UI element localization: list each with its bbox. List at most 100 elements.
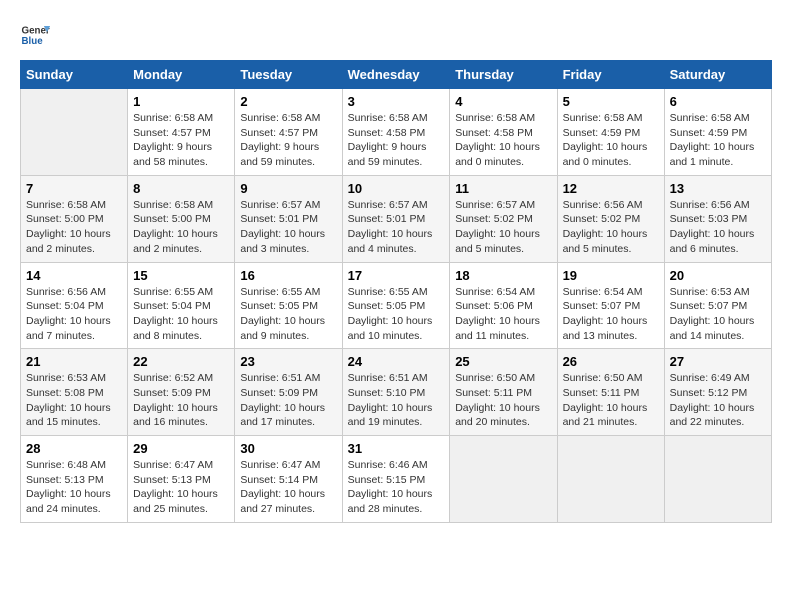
day-info: Sunrise: 6:57 AMSunset: 5:02 PMDaylight:… [455, 198, 551, 257]
calendar-cell: 18 Sunrise: 6:54 AMSunset: 5:06 PMDayligh… [450, 262, 557, 349]
logo: General Blue [20, 20, 54, 50]
day-number: 9 [240, 181, 336, 196]
calendar-cell: 15 Sunrise: 6:55 AMSunset: 5:04 PMDayligh… [128, 262, 235, 349]
day-number: 21 [26, 354, 122, 369]
day-info: Sunrise: 6:50 AMSunset: 5:11 PMDaylight:… [455, 371, 551, 430]
day-number: 14 [26, 268, 122, 283]
day-info: Sunrise: 6:58 AMSunset: 4:57 PMDaylight:… [133, 111, 229, 170]
calendar-cell [21, 89, 128, 176]
calendar-cell: 24 Sunrise: 6:51 AMSunset: 5:10 PMDayligh… [342, 349, 450, 436]
day-info: Sunrise: 6:51 AMSunset: 5:10 PMDaylight:… [348, 371, 445, 430]
day-number: 30 [240, 441, 336, 456]
calendar-cell: 10 Sunrise: 6:57 AMSunset: 5:01 PMDayligh… [342, 175, 450, 262]
day-info: Sunrise: 6:49 AMSunset: 5:12 PMDaylight:… [670, 371, 766, 430]
calendar-cell: 22 Sunrise: 6:52 AMSunset: 5:09 PMDayligh… [128, 349, 235, 436]
calendar-cell: 23 Sunrise: 6:51 AMSunset: 5:09 PMDayligh… [235, 349, 342, 436]
day-number: 25 [455, 354, 551, 369]
calendar-cell: 21 Sunrise: 6:53 AMSunset: 5:08 PMDayligh… [21, 349, 128, 436]
day-number: 29 [133, 441, 229, 456]
day-info: Sunrise: 6:50 AMSunset: 5:11 PMDaylight:… [563, 371, 659, 430]
day-info: Sunrise: 6:48 AMSunset: 5:13 PMDaylight:… [26, 458, 122, 517]
day-info: Sunrise: 6:58 AMSunset: 5:00 PMDaylight:… [133, 198, 229, 257]
calendar-cell: 25 Sunrise: 6:50 AMSunset: 5:11 PMDayligh… [450, 349, 557, 436]
day-number: 4 [455, 94, 551, 109]
day-number: 2 [240, 94, 336, 109]
header-thursday: Thursday [450, 61, 557, 89]
calendar-cell: 14 Sunrise: 6:56 AMSunset: 5:04 PMDayligh… [21, 262, 128, 349]
svg-text:Blue: Blue [22, 36, 44, 47]
header-sunday: Sunday [21, 61, 128, 89]
day-number: 27 [670, 354, 766, 369]
day-number: 12 [563, 181, 659, 196]
day-info: Sunrise: 6:55 AMSunset: 5:04 PMDaylight:… [133, 285, 229, 344]
day-info: Sunrise: 6:47 AMSunset: 5:14 PMDaylight:… [240, 458, 336, 517]
day-number: 26 [563, 354, 659, 369]
calendar-cell: 27 Sunrise: 6:49 AMSunset: 5:12 PMDayligh… [664, 349, 771, 436]
day-number: 20 [670, 268, 766, 283]
calendar-cell: 8 Sunrise: 6:58 AMSunset: 5:00 PMDaylight… [128, 175, 235, 262]
day-info: Sunrise: 6:56 AMSunset: 5:04 PMDaylight:… [26, 285, 122, 344]
calendar-cell: 12 Sunrise: 6:56 AMSunset: 5:02 PMDayligh… [557, 175, 664, 262]
day-info: Sunrise: 6:51 AMSunset: 5:09 PMDaylight:… [240, 371, 336, 430]
day-info: Sunrise: 6:52 AMSunset: 5:09 PMDaylight:… [133, 371, 229, 430]
calendar-cell: 28 Sunrise: 6:48 AMSunset: 5:13 PMDayligh… [21, 436, 128, 523]
day-number: 3 [348, 94, 445, 109]
day-number: 22 [133, 354, 229, 369]
calendar-table: SundayMondayTuesdayWednesdayThursdayFrid… [20, 60, 772, 523]
day-number: 23 [240, 354, 336, 369]
day-number: 11 [455, 181, 551, 196]
calendar-cell: 6 Sunrise: 6:58 AMSunset: 4:59 PMDaylight… [664, 89, 771, 176]
day-info: Sunrise: 6:57 AMSunset: 5:01 PMDaylight:… [240, 198, 336, 257]
day-info: Sunrise: 6:55 AMSunset: 5:05 PMDaylight:… [348, 285, 445, 344]
calendar-cell [557, 436, 664, 523]
header-wednesday: Wednesday [342, 61, 450, 89]
header-tuesday: Tuesday [235, 61, 342, 89]
calendar-cell: 17 Sunrise: 6:55 AMSunset: 5:05 PMDayligh… [342, 262, 450, 349]
day-info: Sunrise: 6:53 AMSunset: 5:07 PMDaylight:… [670, 285, 766, 344]
day-info: Sunrise: 6:53 AMSunset: 5:08 PMDaylight:… [26, 371, 122, 430]
week-row-2: 7 Sunrise: 6:58 AMSunset: 5:00 PMDaylight… [21, 175, 772, 262]
day-info: Sunrise: 6:55 AMSunset: 5:05 PMDaylight:… [240, 285, 336, 344]
day-number: 28 [26, 441, 122, 456]
day-info: Sunrise: 6:54 AMSunset: 5:07 PMDaylight:… [563, 285, 659, 344]
day-info: Sunrise: 6:54 AMSunset: 5:06 PMDaylight:… [455, 285, 551, 344]
day-number: 10 [348, 181, 445, 196]
week-row-4: 21 Sunrise: 6:53 AMSunset: 5:08 PMDayligh… [21, 349, 772, 436]
calendar-cell: 9 Sunrise: 6:57 AMSunset: 5:01 PMDaylight… [235, 175, 342, 262]
day-number: 13 [670, 181, 766, 196]
page-header: General Blue [20, 20, 772, 50]
day-number: 6 [670, 94, 766, 109]
header-friday: Friday [557, 61, 664, 89]
day-number: 7 [26, 181, 122, 196]
calendar-cell: 3 Sunrise: 6:58 AMSunset: 4:58 PMDaylight… [342, 89, 450, 176]
day-number: 16 [240, 268, 336, 283]
day-number: 24 [348, 354, 445, 369]
logo-icon: General Blue [20, 20, 50, 50]
calendar-cell: 29Sunrise: 6:47 AMSunset: 5:13 PMDayligh… [128, 436, 235, 523]
day-info: Sunrise: 6:58 AMSunset: 4:57 PMDaylight:… [240, 111, 336, 170]
calendar-cell: 1 Sunrise: 6:58 AMSunset: 4:57 PMDaylight… [128, 89, 235, 176]
day-number: 19 [563, 268, 659, 283]
day-info: Sunrise: 6:46 AMSunset: 5:15 PMDaylight:… [348, 458, 445, 517]
calendar-cell: 2 Sunrise: 6:58 AMSunset: 4:57 PMDaylight… [235, 89, 342, 176]
day-info: Sunrise: 6:56 AMSunset: 5:03 PMDaylight:… [670, 198, 766, 257]
day-number: 1 [133, 94, 229, 109]
day-number: 18 [455, 268, 551, 283]
day-info: Sunrise: 6:56 AMSunset: 5:02 PMDaylight:… [563, 198, 659, 257]
calendar-cell: 26 Sunrise: 6:50 AMSunset: 5:11 PMDayligh… [557, 349, 664, 436]
day-number: 17 [348, 268, 445, 283]
calendar-cell: 16 Sunrise: 6:55 AMSunset: 5:05 PMDayligh… [235, 262, 342, 349]
calendar-cell: 20 Sunrise: 6:53 AMSunset: 5:07 PMDayligh… [664, 262, 771, 349]
day-info: Sunrise: 6:58 AMSunset: 4:59 PMDaylight:… [670, 111, 766, 170]
week-row-1: 1 Sunrise: 6:58 AMSunset: 4:57 PMDaylight… [21, 89, 772, 176]
calendar-cell: 11 Sunrise: 6:57 AMSunset: 5:02 PMDayligh… [450, 175, 557, 262]
day-info: Sunrise: 6:58 AMSunset: 4:58 PMDaylight:… [348, 111, 445, 170]
day-info: Sunrise: 6:57 AMSunset: 5:01 PMDaylight:… [348, 198, 445, 257]
day-number: 8 [133, 181, 229, 196]
day-number: 15 [133, 268, 229, 283]
calendar-cell: 30 Sunrise: 6:47 AMSunset: 5:14 PMDayligh… [235, 436, 342, 523]
calendar-cell [664, 436, 771, 523]
calendar-cell: 31 Sunrise: 6:46 AMSunset: 5:15 PMDayligh… [342, 436, 450, 523]
day-number: 31 [348, 441, 445, 456]
day-info: Sunrise: 6:58 AMSunset: 5:00 PMDaylight:… [26, 198, 122, 257]
